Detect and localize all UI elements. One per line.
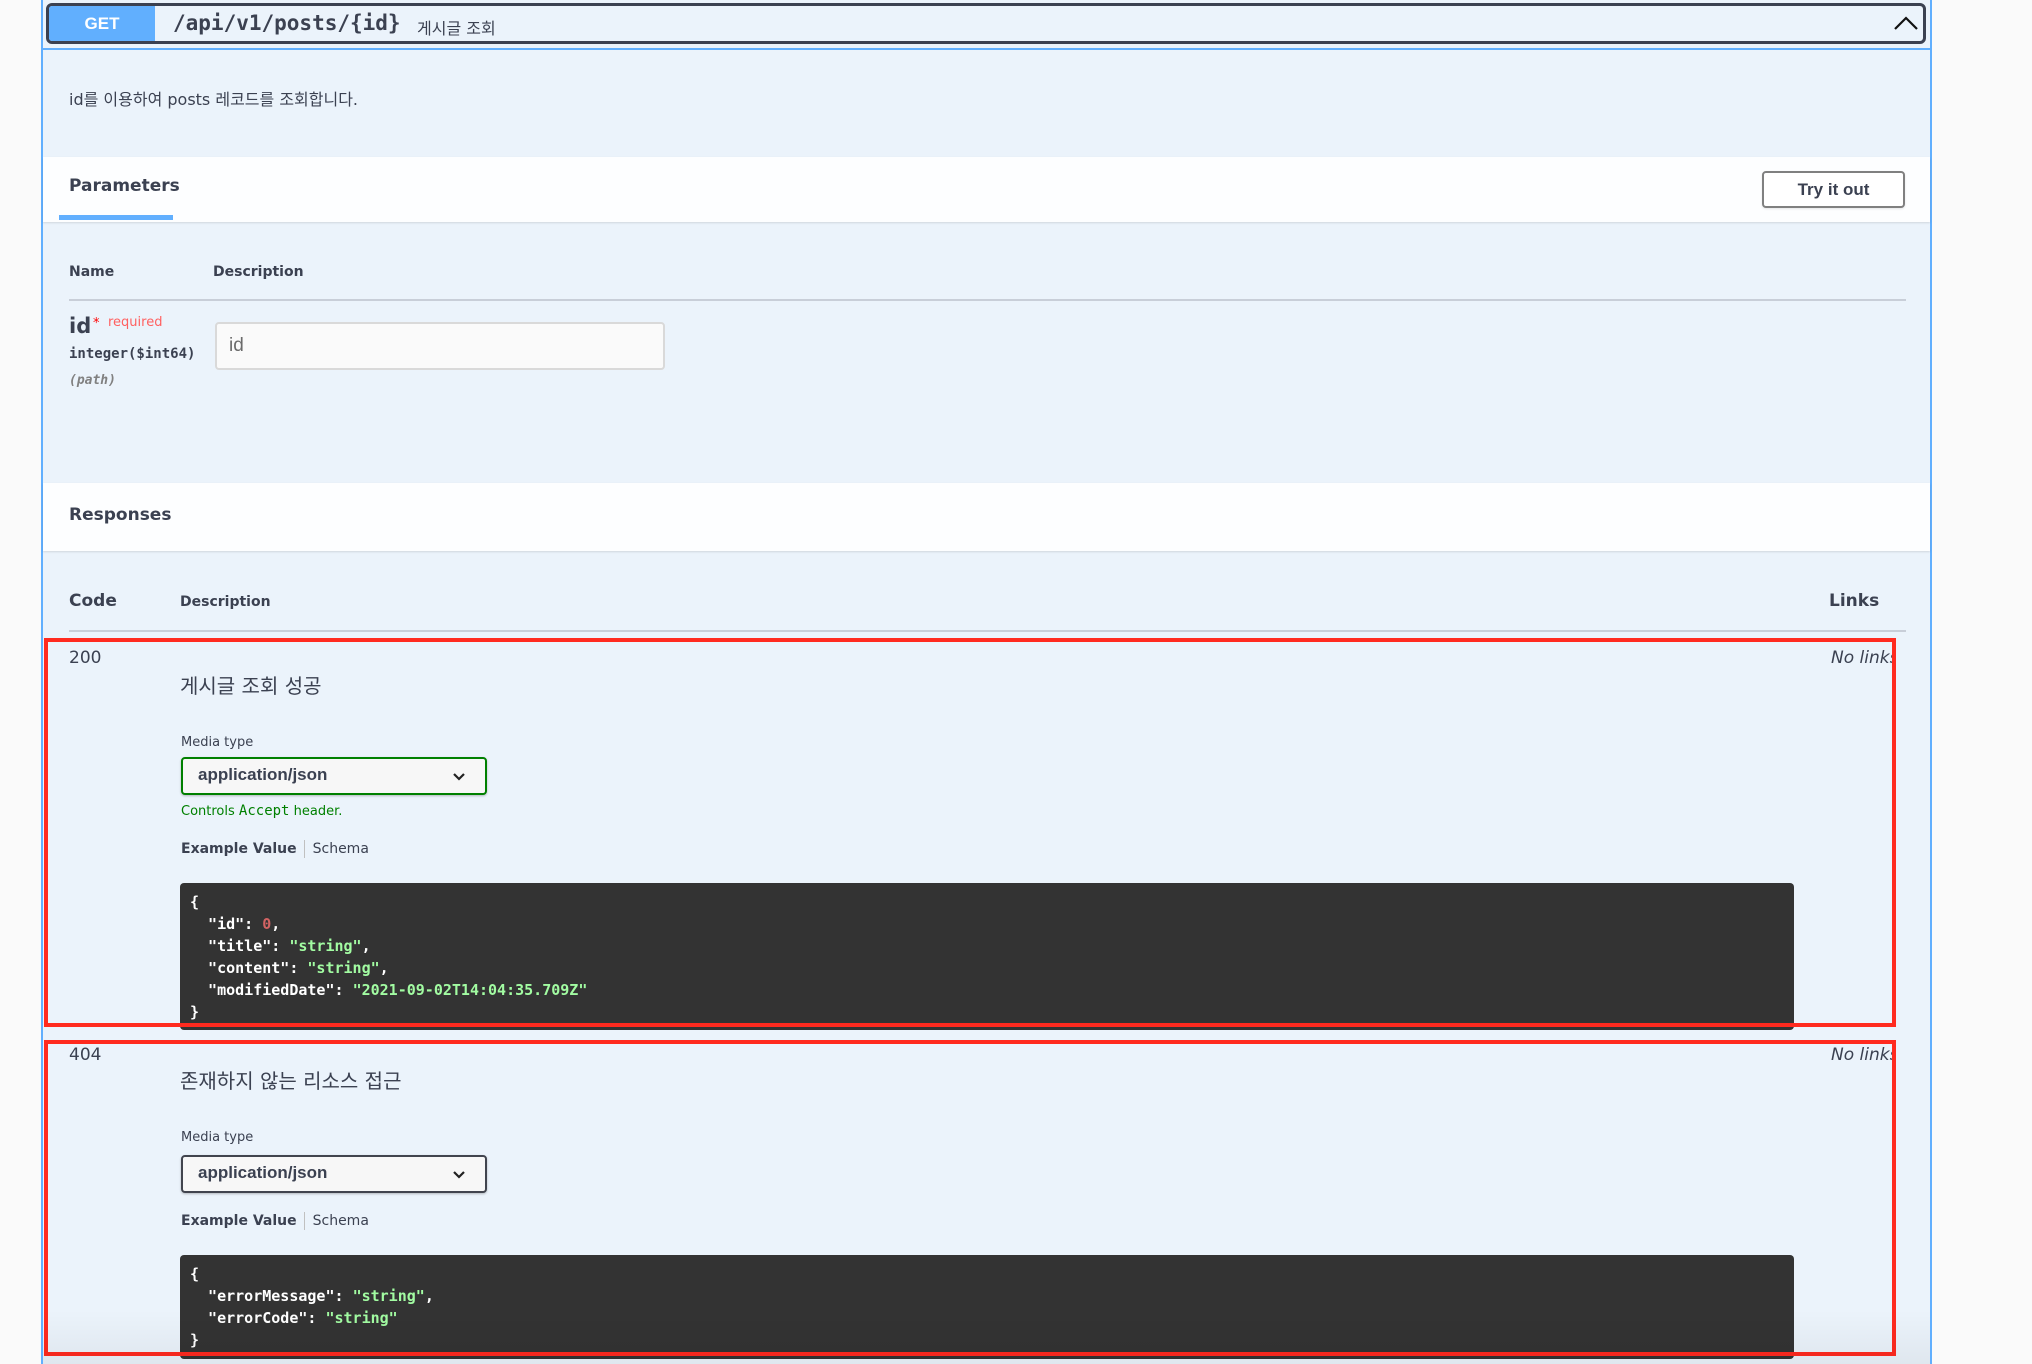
tab-active-indicator bbox=[59, 215, 173, 220]
code-value: "string" bbox=[352, 1287, 425, 1305]
note-code: Accept bbox=[238, 803, 290, 819]
media-type-value: application/json bbox=[198, 1163, 328, 1182]
response-code: 200 bbox=[69, 648, 102, 668]
summary-divider bbox=[41, 48, 1932, 50]
example-code-block: { "errorMessage": "string", "errorCode":… bbox=[180, 1255, 1794, 1359]
response-links: No links bbox=[1831, 648, 1893, 668]
code-brace: { bbox=[190, 893, 200, 911]
code-key: "modifiedDate": bbox=[190, 981, 353, 999]
tab-example-value[interactable]: Example Value bbox=[181, 841, 297, 857]
example-code-block: { "id": 0, "title": "string", "content":… bbox=[180, 883, 1794, 1030]
tab-separator bbox=[303, 1212, 305, 1230]
code-punct: , bbox=[361, 937, 371, 955]
tab-example-value[interactable]: Example Value bbox=[181, 1213, 297, 1229]
code-key: "errorMessage": bbox=[190, 1287, 353, 1305]
operation-summary-text: 게시글 조회 bbox=[417, 19, 496, 38]
media-type-select[interactable]: application/json bbox=[181, 1155, 487, 1193]
operation-path: /api/v1/posts/{id} bbox=[173, 11, 401, 35]
operation-summary[interactable]: GET /api/v1/posts/{id} 게시글 조회 bbox=[46, 3, 1926, 44]
required-star: * bbox=[93, 316, 100, 331]
code-key: "id": bbox=[190, 915, 263, 933]
code-brace: } bbox=[190, 1003, 200, 1021]
code-line: "errorMessage": "string", bbox=[190, 1287, 434, 1305]
response-code: 404 bbox=[69, 1045, 102, 1065]
operation-description: id를 이용하여 posts 레코드를 조회합니다. bbox=[69, 90, 359, 109]
parameter-type: integer($int64) bbox=[69, 346, 196, 362]
column-header-code: Code bbox=[69, 591, 117, 611]
required-label: required bbox=[108, 315, 163, 330]
code-value: "string" bbox=[289, 937, 362, 955]
parameter-name: id bbox=[69, 314, 92, 338]
responses-header bbox=[43, 483, 1930, 551]
media-type-label: Media type bbox=[181, 735, 254, 750]
divider bbox=[69, 299, 1906, 301]
note-text: Controls bbox=[181, 804, 239, 819]
response-links: No links bbox=[1831, 1045, 1893, 1065]
code-value: "2021-09-02T14:04:35.709Z" bbox=[352, 981, 588, 999]
code-value: 0 bbox=[262, 915, 272, 933]
responses-title: Responses bbox=[69, 505, 172, 525]
code-line: "id": 0, bbox=[190, 915, 280, 933]
column-header-description: Description bbox=[213, 264, 304, 280]
chevron-down-icon bbox=[451, 769, 467, 783]
note-text: header. bbox=[289, 804, 343, 819]
parameter-location: (path) bbox=[69, 373, 116, 388]
media-type-label: Media type bbox=[181, 1130, 254, 1145]
code-key: "title": bbox=[190, 937, 290, 955]
response-description: 존재하지 않는 리소스 접근 bbox=[180, 1069, 402, 1093]
code-key: "errorCode": bbox=[190, 1309, 326, 1327]
divider bbox=[69, 630, 1906, 632]
method-badge: GET bbox=[49, 6, 155, 41]
code-key: "content": bbox=[190, 959, 308, 977]
code-line: "content": "string", bbox=[190, 959, 389, 977]
code-punct: , bbox=[271, 915, 281, 933]
accept-header-note: Controls Accept header. bbox=[181, 803, 342, 819]
tab-schema[interactable]: Schema bbox=[313, 1213, 369, 1229]
column-header-description: Description bbox=[180, 594, 271, 610]
code-punct: , bbox=[379, 959, 389, 977]
code-brace: { bbox=[190, 1265, 200, 1283]
example-tabs: Example Value Schema bbox=[181, 840, 369, 858]
tab-separator bbox=[303, 840, 305, 858]
try-it-out-button[interactable]: Try it out bbox=[1762, 171, 1905, 208]
chevron-up-icon[interactable] bbox=[1893, 12, 1919, 36]
column-header-links: Links bbox=[1829, 591, 1880, 611]
code-value: "string" bbox=[307, 959, 380, 977]
media-type-value: application/json bbox=[198, 765, 328, 784]
code-line: "modifiedDate": "2021-09-02T14:04:35.709… bbox=[190, 981, 587, 999]
code-brace: } bbox=[190, 1331, 200, 1349]
tab-schema[interactable]: Schema bbox=[313, 841, 369, 857]
chevron-down-icon bbox=[451, 1167, 467, 1181]
code-line: "errorCode": "string" bbox=[190, 1309, 398, 1327]
example-tabs: Example Value Schema bbox=[181, 1212, 369, 1230]
column-header-name: Name bbox=[69, 264, 115, 280]
media-type-select[interactable]: application/json bbox=[181, 757, 487, 795]
code-value: "string" bbox=[325, 1309, 398, 1327]
tab-parameters[interactable]: Parameters bbox=[69, 176, 180, 196]
code-punct: , bbox=[424, 1287, 434, 1305]
parameters-header bbox=[43, 157, 1930, 222]
code-line: "title": "string", bbox=[190, 937, 371, 955]
response-description: 게시글 조회 성공 bbox=[180, 674, 322, 698]
id-input[interactable] bbox=[215, 322, 665, 370]
